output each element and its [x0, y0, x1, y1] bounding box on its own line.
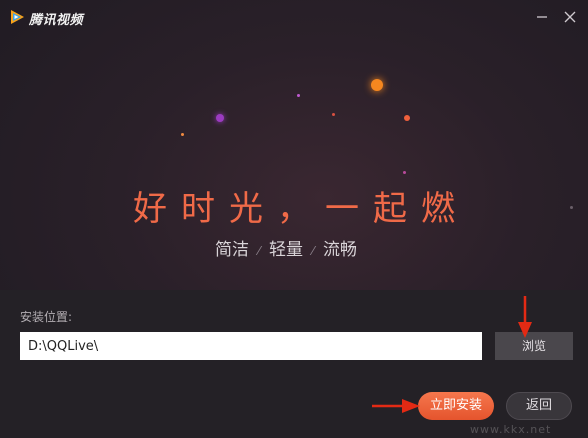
decor-dot [216, 114, 224, 122]
watermark: www.kkx.net [470, 423, 552, 436]
decor-dot [404, 115, 410, 121]
title-bar: 腾讯视频 [0, 0, 588, 34]
subtitle: 简洁 ⁄ 轻量 ⁄ 流畅 [215, 235, 357, 260]
minimize-icon [537, 16, 547, 18]
decor-dot [403, 171, 406, 174]
decor-dot [297, 94, 300, 97]
annotation-arrow-down-icon [518, 296, 532, 338]
install-panel: 安装位置: 浏览 立即安装 返回 www.kkx.net [0, 290, 588, 438]
install-now-button[interactable]: 立即安装 [418, 392, 494, 420]
annotation-arrow-right-icon [372, 399, 420, 413]
slogan: 好时光，一起燃 [133, 189, 469, 229]
browse-button[interactable]: 浏览 [495, 332, 573, 360]
install-location-label: 安装位置: [20, 310, 73, 324]
decor-dot [570, 206, 573, 209]
subtitle-item: 流畅 [323, 240, 357, 260]
close-icon [564, 11, 576, 23]
subtitle-item: 简洁 [215, 240, 249, 260]
decor-dot [181, 133, 184, 136]
decor-dot [371, 79, 383, 91]
installer-window: 腾讯视频 好时光，一起燃 简洁 ⁄ 轻量 ⁄ 流畅 安装位置: 浏览 立即安装 返回 [0, 0, 588, 438]
decor-dot [332, 113, 335, 116]
app-title: 腾讯视频 [29, 13, 84, 28]
minimize-button[interactable] [531, 6, 553, 28]
hero-banner: 好时光，一起燃 简洁 ⁄ 轻量 ⁄ 流畅 [0, 34, 588, 290]
install-path-input[interactable] [20, 332, 482, 360]
tencent-video-logo-icon [11, 10, 24, 24]
subtitle-separator: ⁄ [257, 244, 260, 258]
subtitle-separator: ⁄ [311, 244, 314, 258]
subtitle-item: 轻量 [269, 240, 303, 260]
back-button[interactable]: 返回 [506, 392, 572, 420]
close-button[interactable] [559, 6, 581, 28]
